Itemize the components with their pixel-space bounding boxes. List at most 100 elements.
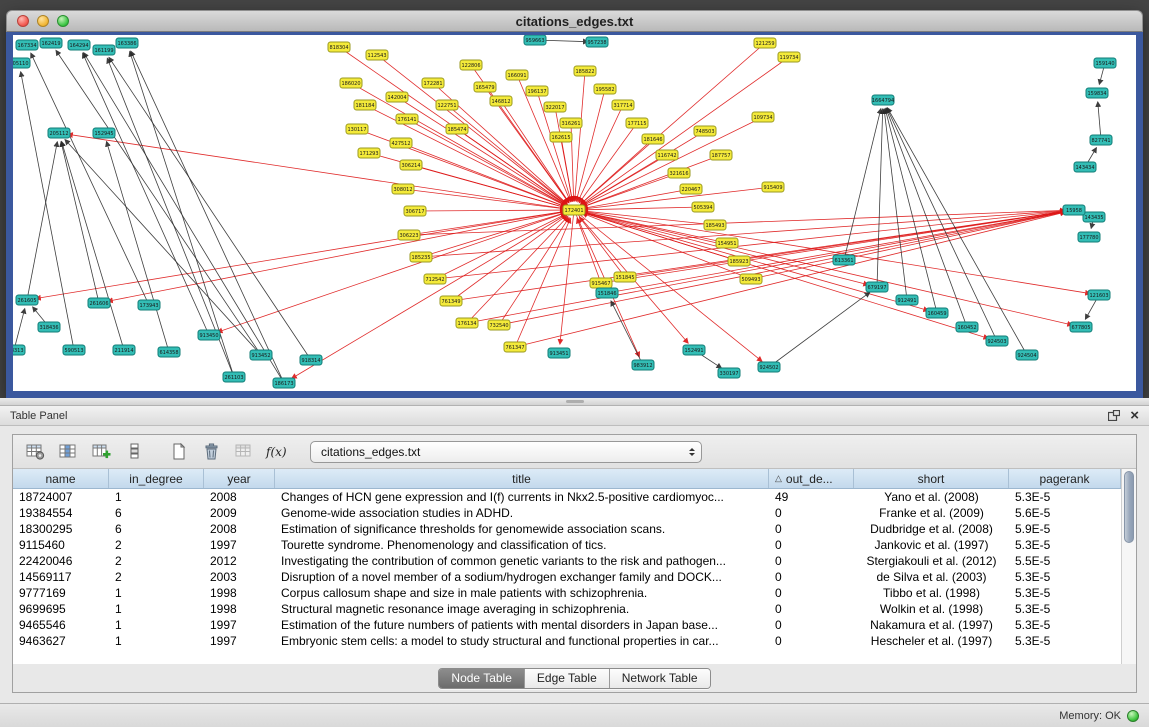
graph-node[interactable]: 205110 [13, 58, 30, 68]
tab-edge-table[interactable]: Edge Table [525, 669, 610, 688]
graph-node[interactable]: 186020 [340, 78, 362, 88]
graph-node[interactable]: 590513 [63, 345, 85, 355]
graph-edge[interactable] [451, 215, 567, 301]
graph-node[interactable]: 167334 [16, 40, 38, 50]
graph-node[interactable]: 957238 [586, 37, 608, 47]
graph-edge[interactable] [421, 211, 1065, 257]
graph-edge[interactable] [515, 218, 570, 347]
graph-node[interactable]: 172281 [422, 78, 444, 88]
graph-node[interactable]: 211914 [113, 345, 135, 355]
graph-node[interactable]: 165479 [474, 82, 496, 92]
table-row[interactable]: 946554611997Estimation of the future num… [13, 617, 1121, 633]
import-table-button[interactable] [230, 439, 258, 465]
graph-node[interactable]: 181184 [354, 100, 376, 110]
graph-node[interactable]: 196137 [526, 86, 548, 96]
graph-edge[interactable] [884, 109, 907, 300]
table-row[interactable]: 969969511998Structural magnetic resonanc… [13, 601, 1121, 617]
graph-edge[interactable] [107, 142, 169, 352]
graph-edge[interactable] [27, 142, 57, 300]
graph-edge[interactable] [887, 108, 1027, 355]
network-canvas[interactable]: 1724018183041125431860201811841301171712… [13, 35, 1136, 391]
graph-edge[interactable] [607, 212, 1065, 293]
column-header-in_degree[interactable]: in_degree [109, 469, 204, 488]
graph-node[interactable]: 317714 [612, 100, 634, 110]
graph-node[interactable]: 924502 [758, 362, 780, 372]
graph-node[interactable]: 509493 [740, 274, 762, 284]
graph-edge[interactable] [83, 53, 209, 335]
graph-node[interactable]: 321616 [668, 168, 690, 178]
close-panel-icon[interactable]: × [1130, 410, 1139, 421]
table-vertical-scrollbar[interactable] [1121, 469, 1136, 664]
graph-edge[interactable] [885, 109, 937, 313]
graph-edge[interactable] [357, 129, 566, 207]
graph-edge[interactable] [218, 210, 574, 332]
graph-node[interactable]: 505394 [692, 202, 714, 212]
graph-node[interactable]: 761347 [504, 342, 526, 352]
graph-node[interactable]: 185474 [446, 124, 468, 134]
table-row[interactable]: 2242004622012Investigating the contribut… [13, 553, 1121, 569]
graph-node[interactable]: 121603 [1088, 290, 1110, 300]
graph-node[interactable]: 924504 [1016, 350, 1038, 360]
graph-node[interactable]: 306214 [400, 160, 422, 170]
graph-node[interactable]: 176134 [456, 318, 478, 328]
table-row[interactable]: 1830029562008Estimation of significance … [13, 521, 1121, 537]
graph-edge[interactable] [411, 165, 565, 208]
graph-edge[interactable] [21, 72, 74, 350]
graph-node[interactable]: 983912 [632, 360, 654, 370]
graph-edge[interactable] [581, 43, 765, 204]
column-header-title[interactable]: title [275, 469, 769, 488]
column-header-out_degree[interactable]: △out_de... [769, 469, 854, 488]
graph-edge[interactable] [769, 292, 870, 367]
graph-node[interactable]: 122751 [436, 100, 458, 110]
graph-node[interactable]: 166091 [506, 70, 528, 80]
new-table-button[interactable] [164, 439, 192, 465]
tab-network-table[interactable]: Network Table [610, 669, 710, 688]
graph-node[interactable]: 187757 [710, 150, 732, 160]
table-mode-button[interactable] [21, 439, 49, 465]
graph-node[interactable]: 915467 [590, 278, 612, 288]
graph-node[interactable]: 15958 [1063, 205, 1085, 215]
graph-node[interactable]: 712542 [424, 274, 446, 284]
graph-edge[interactable] [109, 57, 311, 360]
graph-node[interactable]: 316261 [560, 118, 582, 128]
window-zoom-button[interactable] [57, 15, 69, 27]
tab-node-table[interactable]: Node Table [439, 669, 525, 688]
graph-edge[interactable] [108, 210, 574, 301]
graph-node[interactable]: 160459 [926, 308, 948, 318]
graph-node[interactable]: 143435 [1083, 212, 1105, 222]
graph-node[interactable]: 181646 [642, 134, 664, 144]
graph-edge[interactable] [107, 58, 234, 377]
graph-node[interactable]: 119734 [778, 52, 800, 62]
graph-edge[interactable] [886, 108, 967, 327]
graph-node[interactable]: 613361 [833, 255, 855, 265]
graph-node[interactable]: 130117 [346, 124, 368, 134]
graph-node[interactable]: 913450 [198, 330, 220, 340]
graph-node[interactable]: 732540 [488, 320, 510, 330]
graph-edge[interactable] [576, 89, 605, 201]
graph-edge[interactable] [575, 71, 585, 201]
column-header-name[interactable]: name [13, 469, 109, 488]
graph-edge[interactable] [14, 309, 25, 350]
graph-node[interactable]: 195582 [594, 84, 616, 94]
graph-node[interactable]: 177115 [626, 118, 648, 128]
graph-node[interactable]: 112543 [366, 50, 388, 60]
graph-node[interactable]: 1664794 [872, 95, 894, 105]
graph-node[interactable]: 761349 [440, 296, 462, 306]
graph-node[interactable]: 185923 [728, 256, 750, 266]
graph-node[interactable]: 161199 [93, 45, 115, 55]
graph-node[interactable]: 913451 [548, 348, 570, 358]
graph-node[interactable]: 915409 [762, 182, 784, 192]
window-close-button[interactable] [17, 15, 29, 27]
table-row[interactable]: 1872400712008Changes of HCN gene express… [13, 489, 1121, 505]
graph-node[interactable]: 818304 [328, 42, 350, 52]
graph-edge[interactable] [62, 142, 124, 350]
delete-table-button[interactable] [197, 439, 225, 465]
graph-edge[interactable] [501, 101, 569, 203]
graph-node[interactable]: 151845 [614, 272, 636, 282]
graph-edge[interactable] [84, 53, 284, 383]
graph-node[interactable]: 159834 [1086, 88, 1108, 98]
graph-edge[interactable] [409, 211, 565, 235]
graph-node[interactable]: 146812 [490, 96, 512, 106]
graph-node[interactable]: 261605 [16, 295, 38, 305]
graph-edge[interactable] [844, 109, 881, 260]
